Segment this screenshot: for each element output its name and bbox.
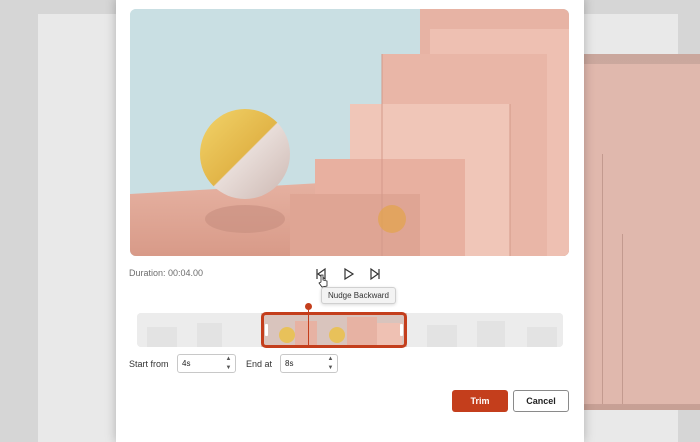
cancel-button[interactable]: Cancel: [513, 390, 569, 412]
video-frame-image: [130, 9, 569, 256]
end-at-label: End at: [246, 359, 273, 369]
trim-start-handle[interactable]: [265, 324, 268, 336]
tooltip: Nudge Backward: [321, 287, 396, 304]
trim-selection[interactable]: [261, 312, 407, 348]
end-increment-icon[interactable]: ▲: [327, 356, 334, 362]
nudge-forward-button[interactable]: [365, 264, 385, 284]
start-decrement-icon[interactable]: ▼: [225, 365, 232, 371]
mouse-pointer-icon: [318, 274, 328, 288]
play-button[interactable]: [339, 264, 359, 284]
video-preview: [130, 9, 569, 256]
duration-text: Duration: 00:04.00: [129, 268, 204, 278]
playhead-marker[interactable]: [305, 303, 312, 310]
start-from-value: 4s: [182, 359, 191, 368]
nudge-forward-icon: [370, 267, 380, 281]
start-from-label: Start from: [129, 359, 169, 369]
trim-end-handle[interactable]: [400, 324, 403, 336]
start-increment-icon[interactable]: ▲: [225, 356, 232, 362]
trim-button[interactable]: Trim: [452, 390, 508, 412]
playhead-line: [308, 310, 309, 348]
end-decrement-icon[interactable]: ▼: [327, 365, 334, 371]
play-icon: [344, 267, 355, 281]
end-at-value: 8s: [285, 359, 294, 368]
start-from-input[interactable]: 4s ▲ ▼: [177, 354, 236, 373]
end-at-input[interactable]: 8s ▲ ▼: [280, 354, 338, 373]
